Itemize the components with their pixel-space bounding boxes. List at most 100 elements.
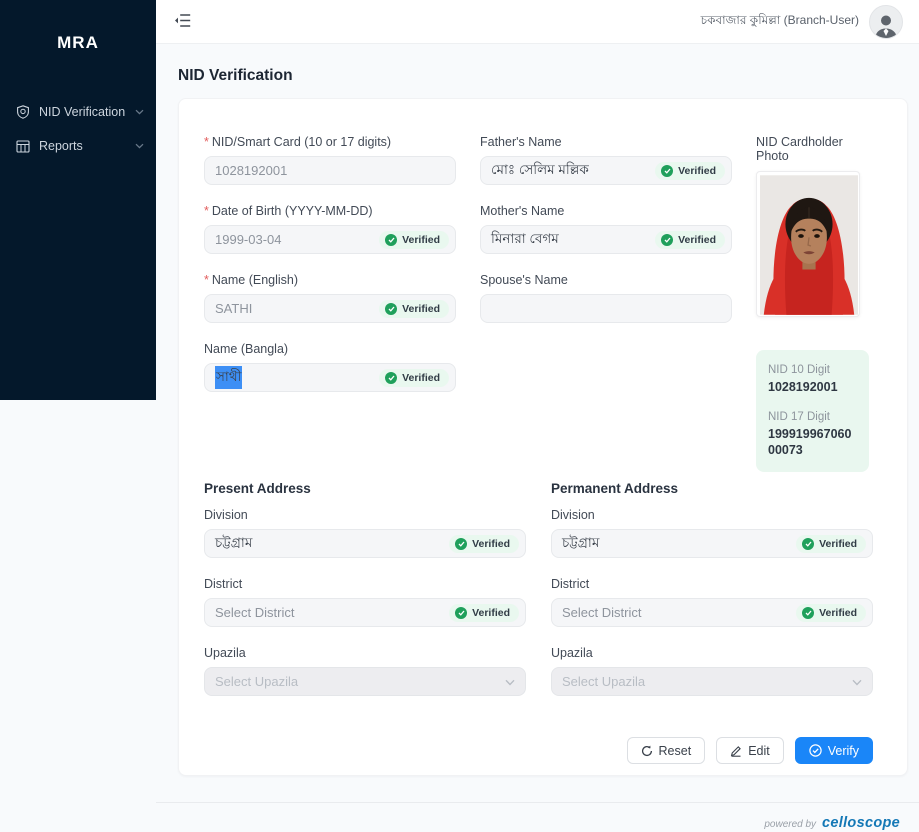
sidebar-collapse-button[interactable] xyxy=(172,11,193,33)
form-column-right: NID Cardholder Photo NID 10 Digit 102819… xyxy=(756,135,873,473)
input-value: 1028192001 xyxy=(215,163,288,179)
table-icon xyxy=(16,139,30,153)
chevron-down-icon xyxy=(135,109,144,115)
nid-cardholder-photo xyxy=(756,171,860,318)
form-column-left: * NID/Smart Card (10 or 17 digits) 102819… xyxy=(204,135,456,472)
field-label: District xyxy=(204,577,243,592)
field-label: * NID/Smart Card (10 or 17 digits) xyxy=(204,135,392,150)
select-placeholder: Select Upazila xyxy=(215,674,299,690)
input-value-selected: সাথী xyxy=(215,366,243,390)
sidebar-item-nid-verification[interactable]: NID Verification xyxy=(0,95,156,129)
field-mother-name: Mother's Name মিনারা বেগম Verified xyxy=(480,204,732,255)
select-placeholder: Select District xyxy=(562,605,642,621)
field-label: Upazila xyxy=(204,646,246,661)
field-label: Division xyxy=(204,508,248,523)
field-present-division: Division চট্টগ্রাম Verified xyxy=(204,508,526,559)
field-label: * Date of Birth (YYYY-MM-DD) xyxy=(204,204,373,219)
field-label: Upazila xyxy=(551,646,593,661)
field-label: Father's Name xyxy=(480,135,562,150)
verified-badge: Verified xyxy=(379,230,449,249)
field-nid-number: * NID/Smart Card (10 or 17 digits) 102819… xyxy=(204,135,456,186)
permanent-division-input[interactable]: চট্টগ্রাম Verified xyxy=(551,529,873,559)
nid-number-input[interactable]: 1028192001 xyxy=(204,156,456,186)
user-menu[interactable]: চকবাজার কুমিল্লা (Branch-User) xyxy=(700,4,903,39)
select-placeholder: Select Upazila xyxy=(562,674,646,690)
field-name-english: * Name (English) SATHI Verified xyxy=(204,273,456,324)
name-bangla-input[interactable]: সাথী Verified xyxy=(204,363,456,393)
page-title: NID Verification xyxy=(178,67,293,85)
sidebar-item-label: Reports xyxy=(39,139,83,153)
topbar: চকবাজার কুমিল্লা (Branch-User) xyxy=(156,0,919,45)
verified-badge: Verified xyxy=(655,230,725,249)
field-permanent-district: District Select District Verified xyxy=(551,577,873,628)
nid-17-digit: NID 17 Digit 19991996706000073 xyxy=(768,411,857,459)
present-upazila-select[interactable]: Select Upazila xyxy=(204,667,526,697)
main-area: চকবাজার কুমিল্লা (Branch-User) NID Verif… xyxy=(156,0,919,832)
sidebar-panel: MRA NID Verification Reports xyxy=(0,0,156,400)
menu-fold-icon xyxy=(174,13,191,31)
powered-by-text: powered by xyxy=(764,819,817,830)
field-spouse-name: Spouse's Name xyxy=(480,273,732,324)
sidebar: MRA NID Verification Reports xyxy=(0,0,156,832)
required-marker: * xyxy=(204,135,209,150)
date-of-birth-input[interactable]: 1999-03-04 Verified xyxy=(204,225,456,255)
name-english-input[interactable]: SATHI Verified xyxy=(204,294,456,324)
edit-button[interactable]: Edit xyxy=(716,737,784,765)
field-label: Division xyxy=(551,508,595,523)
verified-badge: Verified xyxy=(796,534,866,553)
nid-10-label: NID 10 Digit xyxy=(768,364,830,377)
verify-button[interactable]: Verify xyxy=(794,737,873,765)
photo-label: NID Cardholder Photo xyxy=(756,135,843,164)
nid-verification-card: * NID/Smart Card (10 or 17 digits) 102819… xyxy=(178,98,908,776)
verified-badge: Verified xyxy=(379,299,449,318)
field-name-bangla: Name (Bangla) সাথী Verified xyxy=(204,342,456,393)
field-label: Name (Bangla) xyxy=(204,342,289,357)
permanent-district-select[interactable]: Select District Verified xyxy=(551,598,873,628)
check-circle-icon xyxy=(385,233,398,246)
permanent-upazila-select[interactable]: Select Upazila xyxy=(551,667,873,697)
shield-verified-icon xyxy=(16,105,30,119)
check-circle-icon xyxy=(802,537,815,550)
field-father-name: Father's Name মোঃ সেলিম মল্লিক Verified xyxy=(480,135,732,186)
nid-summary-box: NID 10 Digit 1028192001 NID 17 Digit 199… xyxy=(756,350,869,473)
address-section: Present Address Division চট্টগ্রাম Verif… xyxy=(204,481,873,715)
chevron-down-icon xyxy=(852,674,862,689)
form-column-middle: Father's Name মোঃ সেলিম মল্লিক Verified … xyxy=(480,135,732,472)
verified-badge: Verified xyxy=(655,161,725,180)
check-circle-icon xyxy=(385,302,398,315)
form-actions: Reset Edit Verify xyxy=(204,737,873,765)
mother-name-input[interactable]: মিনারা বেগম Verified xyxy=(480,225,732,255)
verified-badge: Verified xyxy=(379,368,449,387)
reset-button[interactable]: Reset xyxy=(626,737,706,765)
field-label: Spouse's Name xyxy=(480,273,568,288)
present-district-select[interactable]: Select District Verified xyxy=(204,598,526,628)
reload-icon xyxy=(641,745,653,757)
input-value: চট্টগ্রাম xyxy=(562,535,600,551)
sidebar-nav: NID Verification Reports xyxy=(0,95,156,163)
edit-pencil-icon xyxy=(730,745,742,757)
input-value: SATHI xyxy=(215,301,253,317)
check-circle-icon xyxy=(809,744,822,757)
field-date-of-birth: * Date of Birth (YYYY-MM-DD) 1999-03-04 V… xyxy=(204,204,456,255)
check-circle-icon xyxy=(661,164,674,177)
user-name: চকবাজার কুমিল্লা (Branch-User) xyxy=(700,12,859,27)
field-label: * Name (English) xyxy=(204,273,299,288)
spouse-name-input[interactable] xyxy=(480,294,732,324)
input-value: মোঃ সেলিম মল্লিক xyxy=(491,162,589,178)
form-fields: * NID/Smart Card (10 or 17 digits) 102819… xyxy=(204,135,873,473)
father-name-input[interactable]: মোঃ সেলিম মল্লিক Verified xyxy=(480,156,732,186)
check-circle-icon xyxy=(802,606,815,619)
required-marker: * xyxy=(204,204,209,219)
verified-badge: Verified xyxy=(449,534,519,553)
nid-10-digit: NID 10 Digit 1028192001 xyxy=(768,364,857,395)
field-label: District xyxy=(551,577,590,592)
check-circle-icon xyxy=(455,537,468,550)
check-circle-icon xyxy=(661,233,674,246)
present-division-input[interactable]: চট্টগ্রাম Verified xyxy=(204,529,526,559)
present-address-title: Present Address xyxy=(204,481,311,497)
footer: powered by celloscope xyxy=(156,802,919,832)
select-placeholder: Select District xyxy=(215,605,295,621)
nid-10-value: 1028192001 xyxy=(768,380,838,395)
sidebar-item-reports[interactable]: Reports xyxy=(0,129,156,163)
sidebar-item-label: NID Verification xyxy=(39,105,126,119)
